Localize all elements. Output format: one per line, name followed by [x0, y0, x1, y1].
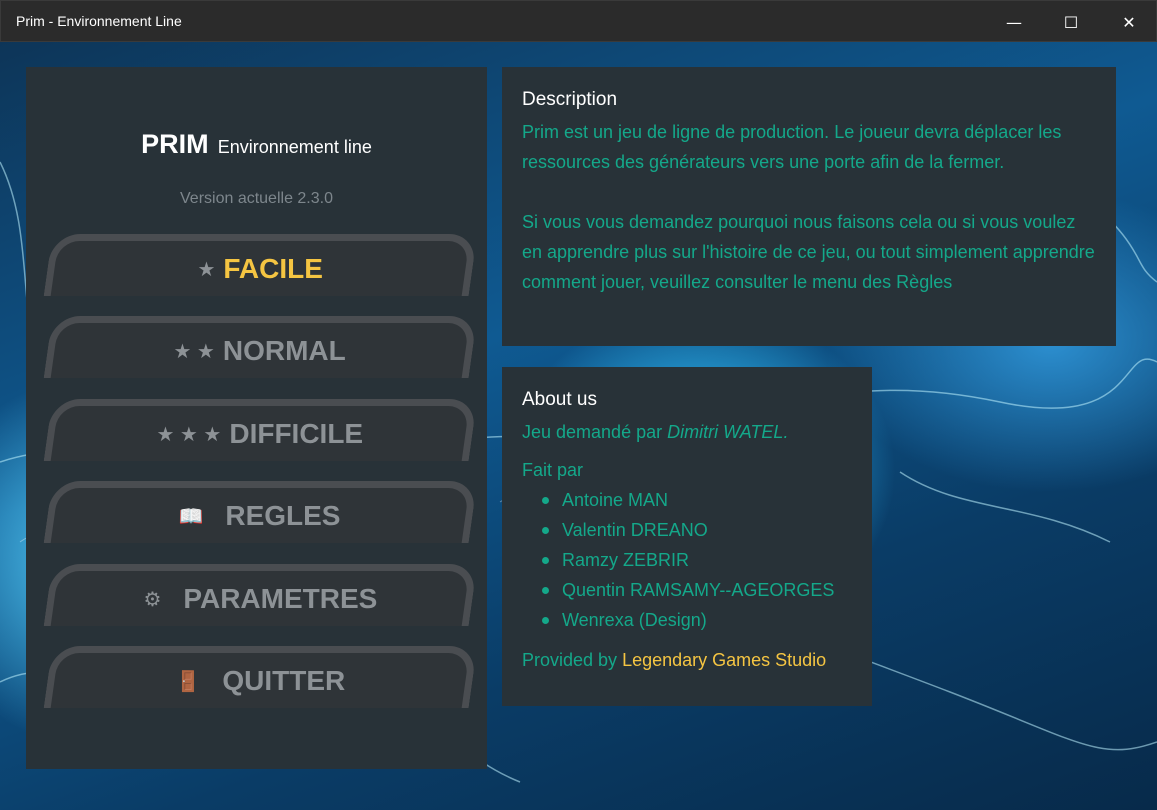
facile-button[interactable]: ★ FACILE [43, 234, 478, 296]
description-heading: Description [522, 89, 618, 110]
difficile-label: DIFFICILE [229, 417, 364, 449]
quitter-button[interactable]: 🚪 QUITTER [43, 646, 478, 708]
menu-panel: PRIM Environnement line Version actuelle… [26, 67, 487, 769]
list-item: Wenrexa (Design) [542, 605, 852, 635]
regles-label: REGLES [225, 499, 342, 531]
close-icon: ✕ [1122, 12, 1136, 32]
two-stars-icon: ★ ★ [173, 340, 216, 362]
credits-list: Antoine MAN Valentin DREANO Ramzy ZEBRIR… [522, 485, 852, 635]
description-paragraph-2: Si vous vous demandez pourquoi nous fais… [522, 212, 1095, 292]
game-title-subtitle: Environnement line [217, 137, 372, 157]
version-label: Version actuelle 2.3.0 [180, 190, 333, 207]
description-paragraph-1: Prim est un jeu de ligne de production. … [522, 122, 1062, 172]
book-icon: 📖 [178, 505, 204, 527]
window-title: Prim - Environnement Line [16, 13, 182, 29]
title-bar: Prim - Environnement Line — ☐ ✕ [0, 0, 1157, 42]
minimize-button[interactable]: — [986, 1, 1042, 43]
provided-by: Provided by Legendary Games Studio [522, 645, 852, 675]
list-item: Antoine MAN [542, 485, 852, 515]
facile-label: FACILE [223, 252, 323, 284]
parametres-label: PARAMETRES [183, 582, 377, 614]
list-item: Ramzy ZEBRIR [542, 545, 852, 575]
made-by-label: Fait par [522, 460, 584, 480]
three-stars-icon: ★ ★ ★ [156, 423, 222, 445]
maximize-button[interactable]: ☐ [1043, 1, 1099, 43]
about-panel: About us Jeu demandé par Dimitri WATEL. … [502, 367, 872, 706]
regles-button[interactable]: 📖 REGLES [43, 481, 478, 543]
game-title: PRIM Environnement line [26, 129, 487, 160]
parametres-button[interactable]: ⚙ PARAMETRES [43, 564, 478, 626]
requested-by: Jeu demandé par Dimitri WATEL. [522, 417, 852, 447]
studio-name: Legendary Games Studio [622, 650, 827, 670]
star-icon: ★ [197, 258, 216, 280]
provided-by-prefix: Provided by [522, 650, 623, 670]
difficile-button[interactable]: ★ ★ ★ DIFFICILE [43, 399, 478, 461]
game-title-main: PRIM [141, 129, 209, 159]
normal-button[interactable]: ★ ★ NORMAL [43, 316, 478, 378]
list-item: Valentin DREANO [542, 515, 852, 545]
list-item: Quentin RAMSAMY--AGEORGES [542, 575, 852, 605]
minimize-icon: — [1006, 12, 1022, 32]
maximize-icon: ☐ [1063, 12, 1079, 32]
normal-label: NORMAL [223, 334, 347, 366]
about-heading: About us [522, 389, 597, 410]
quitter-label: QUITTER [222, 664, 345, 696]
description-panel: Description Prim est un jeu de ligne de … [502, 67, 1116, 346]
requested-by-prefix: Jeu demandé par [522, 422, 668, 442]
close-button[interactable]: ✕ [1101, 1, 1157, 43]
door-icon: 🚪 [175, 670, 201, 692]
requester-name: Dimitri WATEL. [667, 422, 789, 442]
gear-icon: ⚙ [143, 588, 162, 610]
